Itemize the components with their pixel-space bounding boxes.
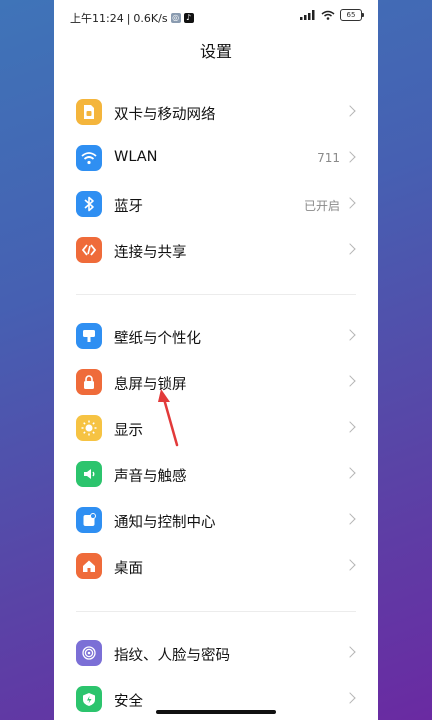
settings-item-wlan[interactable]: WLAN 711 [54,136,378,182]
settings-item-label: 通知与控制中心 [114,515,216,531]
settings-item-label: 指纹、人脸与密码 [114,648,230,664]
tiktok-notification-icon: ♪ [183,13,194,23]
app-notification-icon: ◎ [170,13,181,23]
battery-icon: 65 [340,9,364,21]
settings-item-connection-sharing[interactable]: 连接与共享 [54,228,378,274]
settings-item-value: 已开启 [303,199,340,213]
settings-item-label: 连接与共享 [114,245,187,261]
settings-item-label: 声音与触感 [114,469,187,485]
chevron-right-icon [344,559,356,571]
status-time: 上午11:24 [70,12,124,25]
status-separator: | [126,11,131,25]
status-bar: 上午11:24 | 0.6K/s ◎ ♪ 65 [54,0,378,34]
settings-item-label: 桌面 [114,561,143,577]
chevron-right-icon [344,151,356,163]
settings-item-label: 双卡与移动网络 [114,107,216,123]
home-indicator-bar[interactable] [156,710,276,714]
page-title: 设置 [199,42,232,61]
status-network-speed: 0.6K/s [133,11,168,25]
bluetooth-icon [76,191,102,217]
chevron-right-icon [344,105,356,117]
chevron-right-icon [344,329,356,341]
settings-item-fingerprint[interactable]: 指纹、人脸与密码 [54,631,378,677]
settings-group-security: 指纹、人脸与密码 安全 [54,631,378,720]
sim-card-icon [76,99,102,125]
annotation-arrow-icon [158,389,179,447]
group-divider [76,611,356,612]
settings-item-lock-screen[interactable]: 息屏与锁屏 [54,360,378,406]
share-icon [76,237,102,263]
wifi-icon [76,145,102,171]
group-divider [76,294,356,295]
settings-item-label: 壁纸与个性化 [114,331,201,347]
chevron-right-icon [344,375,356,387]
settings-item-display[interactable]: 显示 [54,406,378,452]
fingerprint-icon [76,640,102,666]
chevron-right-icon [344,646,356,658]
settings-item-label: WLAN [114,149,158,165]
settings-screen: 上午11:24 | 0.6K/s ◎ ♪ 65 设置 双卡与移动网络 WLAN … [54,0,378,720]
signal-icon [300,10,315,20]
chevron-right-icon [344,197,356,209]
chevron-right-icon [344,421,356,433]
settings-group-network: 双卡与移动网络 WLAN 711 蓝牙 已开启 连接与共享 [54,90,378,274]
sun-icon [76,415,102,441]
chevron-right-icon [344,243,356,255]
settings-item-bluetooth[interactable]: 蓝牙 已开启 [54,182,378,228]
settings-item-label: 显示 [114,423,143,439]
chevron-right-icon [344,513,356,525]
speaker-icon [76,461,102,487]
status-right: 65 [300,9,364,21]
settings-item-notifications[interactable]: 通知与控制中心 [54,498,378,544]
wallpaper-icon [76,323,102,349]
status-left: 上午11:24 | 0.6K/s ◎ ♪ [70,10,194,26]
home-icon [76,553,102,579]
settings-item-label: 蓝牙 [114,199,143,215]
settings-item-label: 安全 [114,694,143,710]
chevron-right-icon [344,467,356,479]
lock-icon [76,369,102,395]
settings-item-dual-sim[interactable]: 双卡与移动网络 [54,90,378,136]
chevron-right-icon [344,692,356,704]
settings-item-wallpaper[interactable]: 壁纸与个性化 [54,314,378,360]
wifi-status-icon [321,10,335,20]
settings-item-sound[interactable]: 声音与触感 [54,452,378,498]
settings-item-value: 711 [317,151,340,165]
notification-icon [76,507,102,533]
settings-group-personalization: 壁纸与个性化 息屏与锁屏 显示 声音与触感 通知与控制中心 桌面 [54,314,378,590]
shield-icon [76,686,102,712]
settings-item-desktop[interactable]: 桌面 [54,544,378,590]
